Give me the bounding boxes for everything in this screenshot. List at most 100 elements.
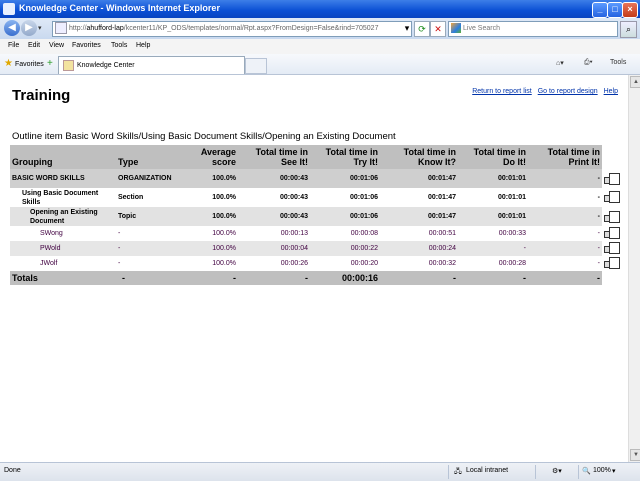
protected-mode-icon[interactable]: ⚙▾: [552, 467, 562, 475]
report-table: Grouping Type Average score Total time i…: [10, 145, 602, 285]
cell-know-it: 00:01:47: [380, 169, 458, 188]
cell-see-it: 00:00:13: [280, 230, 308, 237]
status-divider: [448, 465, 449, 479]
print-row-icon[interactable]: [604, 191, 620, 203]
minimize-button[interactable]: _: [592, 2, 608, 18]
cell-grouping[interactable]: BASIC WORD SKILLS: [10, 169, 116, 188]
recent-pages-dropdown-icon[interactable]: ▾: [38, 24, 46, 32]
search-input[interactable]: Live Search: [448, 21, 618, 37]
cell-try-it: 00:00:16: [310, 271, 380, 285]
tab-label: Knowledge Center: [77, 62, 135, 69]
cell-see-it: -: [238, 271, 310, 285]
stop-icon[interactable]: ✕: [430, 21, 446, 37]
status-divider: [578, 465, 579, 479]
search-go-icon[interactable]: ⌕: [620, 21, 637, 38]
status-bar: Done 🖧 Local intranet ⚙▾ 🔍 100% ▾: [0, 462, 640, 481]
cell-try-it: 00:00:22: [310, 241, 380, 256]
window-title: Knowledge Center - Windows Internet Expl…: [19, 3, 220, 13]
cell-average-score: 100.0%: [190, 241, 238, 256]
col-header-grouping[interactable]: Grouping: [10, 145, 116, 169]
cell-know-it: 00:00:51: [428, 230, 456, 237]
cell-grouping[interactable]: SWong: [10, 226, 116, 241]
cell-grouping[interactable]: Opening an Existing Document: [10, 207, 116, 226]
cell-average-score: -: [190, 271, 238, 285]
refresh-icon[interactable]: ⟳: [414, 21, 430, 37]
cell-do-it: -: [458, 241, 528, 256]
col-header-know-it[interactable]: Total time in Know It?: [380, 145, 458, 169]
go-to-report-design-link[interactable]: Go to report design: [538, 88, 598, 95]
tab-knowledge-center[interactable]: Knowledge Center: [58, 56, 245, 74]
cell-do-it: 00:01:01: [458, 207, 528, 226]
menu-favorites[interactable]: Favorites: [72, 42, 101, 49]
menu-help[interactable]: Help: [136, 42, 150, 49]
page-title: Training: [12, 87, 71, 104]
cell-type: Topic: [116, 207, 190, 226]
cell-grouping[interactable]: JWolf: [10, 256, 116, 271]
cell-see-it: 00:00:26: [280, 260, 308, 267]
browser-window: Knowledge Center - Windows Internet Expl…: [0, 0, 640, 481]
col-header-type[interactable]: Type: [116, 145, 190, 169]
menu-tools[interactable]: Tools: [111, 42, 127, 49]
col-header-try-it[interactable]: Total time in Try It!: [310, 145, 380, 169]
cell-type: -: [116, 241, 190, 256]
print-row-icon[interactable]: [604, 211, 620, 223]
print-icon[interactable]: ⎙▾: [584, 59, 593, 67]
col-header-print-it[interactable]: Total time in Print It!: [528, 145, 602, 169]
help-link[interactable]: Help: [604, 88, 618, 95]
add-favorite-icon[interactable]: +: [47, 58, 57, 69]
vertical-scrollbar[interactable]: ▲ ▼: [628, 75, 640, 462]
security-zone-label: Local intranet: [466, 467, 509, 474]
maximize-button[interactable]: □: [607, 2, 623, 18]
url-input[interactable]: http://ahufford-lap/kcenter11/KP_ODS/tem…: [52, 21, 412, 37]
cell-type: ORGANIZATION: [116, 169, 190, 188]
return-to-report-list-link[interactable]: Return to report list: [472, 88, 532, 95]
cell-do-it: 00:01:01: [458, 188, 528, 207]
cell-print-it: -: [528, 188, 602, 207]
cell-average-score: 100.0%: [212, 260, 236, 267]
cell-do-it: 00:00:33: [498, 230, 526, 237]
cell-type: -: [118, 230, 121, 237]
print-row-icon[interactable]: [604, 257, 620, 269]
cell-grouping[interactable]: Using Basic Document Skills: [10, 188, 116, 207]
col-header-average-score[interactable]: Average score: [190, 145, 238, 169]
cell-know-it: 00:01:47: [380, 188, 458, 207]
print-row-icon[interactable]: [604, 242, 620, 254]
scroll-up-icon[interactable]: ▲: [630, 76, 640, 88]
favorites-button[interactable]: ★ Favorites: [4, 57, 44, 72]
address-bar: ◀ ▶ ▾ http://ahufford-lap/kcenter11/KP_O…: [0, 18, 640, 39]
zoom-level[interactable]: 100%: [593, 467, 611, 474]
url-dropdown-icon[interactable]: ▾: [400, 21, 414, 35]
favorites-label: Favorites: [14, 61, 44, 68]
page-content: Training Return to report list Go to rep…: [0, 75, 628, 462]
cell-print-it: -: [528, 207, 602, 226]
url-path: /kcenter11/KP_ODS/templates/normal/Rpt.a…: [123, 25, 379, 32]
print-row-icon[interactable]: [604, 227, 620, 239]
cell-know-it: 00:00:32: [428, 260, 456, 267]
back-button[interactable]: ◀: [4, 20, 20, 36]
cell-try-it: 00:00:08: [350, 230, 378, 237]
close-button[interactable]: ×: [622, 2, 638, 18]
menu-view[interactable]: View: [49, 42, 64, 49]
cell-average-score: 100.0%: [190, 207, 238, 226]
col-header-see-it[interactable]: Total time in See It!: [238, 145, 310, 169]
print-row-icon[interactable]: [604, 173, 620, 185]
menu-edit[interactable]: Edit: [28, 42, 40, 49]
cell-grouping[interactable]: PWold: [10, 241, 116, 256]
table-totals-row: Totals - - - 00:00:16 - - -: [10, 271, 602, 285]
zoom-dropdown-icon[interactable]: ▾: [612, 467, 616, 475]
new-tab-button[interactable]: [245, 58, 267, 74]
status-text: Done: [4, 467, 21, 474]
forward-button[interactable]: ▶: [21, 20, 37, 36]
menu-file[interactable]: File: [8, 42, 19, 49]
favorites-star-icon: ★: [4, 58, 13, 69]
cell-try-it: 00:01:06: [310, 207, 380, 226]
col-header-do-it[interactable]: Total time in Do It!: [458, 145, 528, 169]
cell-print-it: -: [597, 230, 600, 237]
cell-average-score: 100.0%: [190, 188, 238, 207]
zoom-icon: 🔍: [582, 468, 591, 475]
tools-menu-button[interactable]: Tools: [610, 59, 626, 66]
scroll-down-icon[interactable]: ▼: [630, 449, 640, 461]
cell-average-score: 100.0%: [212, 230, 236, 237]
home-icon[interactable]: ⌂▾: [556, 59, 564, 67]
tab-page-icon: [63, 59, 74, 71]
